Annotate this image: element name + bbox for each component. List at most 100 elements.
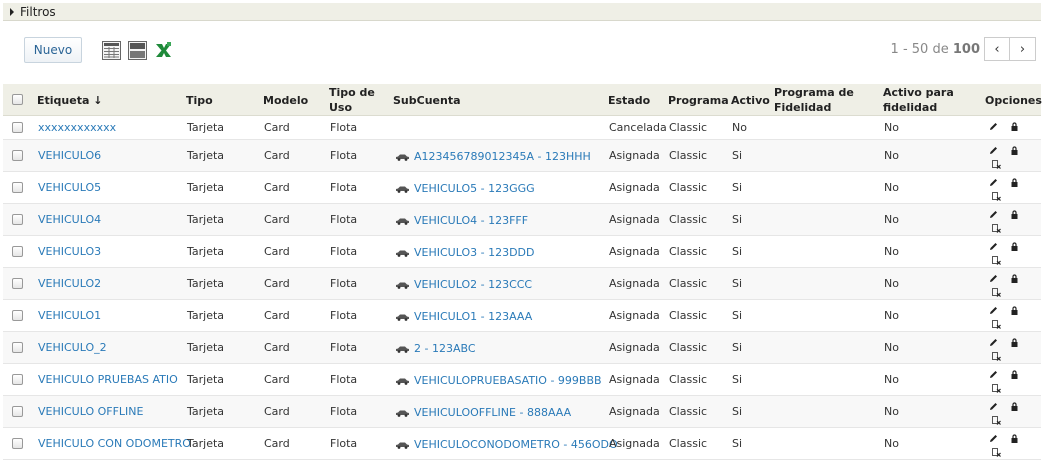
edit-icon[interactable] — [989, 274, 998, 283]
lock-icon[interactable] — [1010, 370, 1019, 379]
unassign-card-icon[interactable] — [992, 320, 1001, 329]
row-tipo-uso: Flota — [330, 341, 358, 354]
col-header-estado[interactable]: Estado — [608, 93, 650, 108]
row-etiqueta-link[interactable]: VEHICULO CON ODOMETRO — [38, 437, 191, 450]
col-header-programa[interactable]: Programa — [668, 93, 729, 108]
table-row: VEHICULO PRUEBAS ATIO Tarjeta Card Flota VEH… — [3, 364, 1041, 396]
row-etiqueta-link[interactable]: VEHICULO3 — [38, 245, 101, 258]
next-page-button[interactable]: › — [1010, 37, 1036, 61]
prev-page-button[interactable]: ‹ — [984, 37, 1010, 61]
pagination-range: 1 - 50 de 100 — [890, 41, 980, 57]
row-subcuenta-link[interactable]: A123456789012345A - 123HHH — [414, 150, 591, 163]
row-tipo-uso: Flota — [330, 121, 358, 134]
row-activo-fidelidad: No — [884, 245, 899, 258]
row-checkbox[interactable] — [12, 214, 23, 225]
unassign-card-icon[interactable] — [992, 192, 1001, 201]
edit-icon[interactable] — [989, 402, 998, 411]
grid-view-icon[interactable] — [102, 41, 121, 60]
row-subcuenta-link[interactable]: VEHICULOPRUEBASATIO - 999BBB — [414, 374, 602, 387]
list-view-icon[interactable] — [128, 41, 147, 60]
edit-icon[interactable] — [989, 146, 998, 155]
row-checkbox[interactable] — [12, 406, 23, 417]
table-row: VEHICULO OFFLINE Tarjeta Card Flota VEHICULO… — [3, 396, 1041, 428]
row-estado: Asignada — [609, 405, 660, 418]
row-checkbox[interactable] — [12, 122, 23, 133]
row-subcuenta-link[interactable]: VEHICULO5 - 123GGG — [414, 182, 535, 195]
unassign-card-icon[interactable] — [992, 256, 1001, 265]
lock-icon[interactable] — [1010, 306, 1019, 315]
row-etiqueta-link[interactable]: VEHICULO PRUEBAS ATIO — [38, 373, 178, 386]
row-etiqueta-link[interactable]: VEHICULO1 — [38, 309, 101, 322]
row-checkbox[interactable] — [12, 278, 23, 289]
unassign-card-icon[interactable] — [992, 160, 1001, 169]
row-checkbox[interactable] — [12, 246, 23, 257]
row-etiqueta-link[interactable]: VEHICULO5 — [38, 181, 101, 194]
row-subcuenta-link[interactable]: VEHICULO1 - 123AAA — [414, 310, 532, 323]
lock-icon[interactable] — [1010, 338, 1019, 347]
row-etiqueta-link[interactable]: VEHICULO OFFLINE — [38, 405, 143, 418]
car-icon — [396, 250, 409, 257]
row-subcuenta-link[interactable]: 2 - 123ABC — [414, 342, 476, 355]
unassign-card-icon[interactable] — [992, 416, 1001, 425]
col-header-etiqueta[interactable]: Etiqueta ↓ — [37, 93, 102, 108]
unassign-card-icon[interactable] — [992, 288, 1001, 297]
col-header-tipo-uso[interactable]: Tipo de Uso — [329, 85, 379, 115]
unassign-card-icon[interactable] — [992, 224, 1001, 233]
edit-icon[interactable] — [989, 338, 998, 347]
lock-icon[interactable] — [1010, 434, 1019, 443]
lock-icon[interactable] — [1010, 274, 1019, 283]
row-etiqueta-link[interactable]: VEHICULO2 — [38, 277, 101, 290]
edit-icon[interactable] — [989, 210, 998, 219]
row-subcuenta-link[interactable]: VEHICULOCONODOMETRO - 456ODO — [414, 438, 618, 451]
row-subcuenta-link[interactable]: VEHICULO2 - 123CCC — [414, 278, 532, 291]
table-row: VEHICULO6 Tarjeta Card Flota A12345678901234… — [3, 140, 1041, 172]
row-checkbox[interactable] — [12, 342, 23, 353]
row-checkbox[interactable] — [12, 310, 23, 321]
edit-icon[interactable] — [989, 122, 998, 131]
lock-icon[interactable] — [1010, 122, 1019, 131]
row-tipo: Tarjeta — [187, 277, 225, 290]
col-header-tipo[interactable]: Tipo — [186, 93, 213, 108]
col-header-programa-fidelidad[interactable]: Programa de Fidelidad — [774, 85, 874, 115]
row-etiqueta-link[interactable]: VEHICULO_2 — [38, 341, 107, 354]
lock-icon[interactable] — [1010, 402, 1019, 411]
unassign-card-icon[interactable] — [992, 448, 1001, 457]
row-subcuenta-link[interactable]: VEHICULO4 - 123FFF — [414, 214, 528, 227]
row-etiqueta-link[interactable]: VEHICULO4 — [38, 213, 101, 226]
col-header-activo-fidelidad[interactable]: Activo para fidelidad — [883, 85, 973, 115]
unassign-card-icon[interactable] — [992, 352, 1001, 361]
col-header-opciones: Opciones — [985, 94, 1042, 107]
table-header: Etiqueta ↓ Tipo Modelo Tipo de Uso SubCu… — [3, 84, 1042, 116]
new-button[interactable]: Nuevo — [24, 37, 82, 63]
col-header-modelo[interactable]: Modelo — [263, 93, 308, 108]
edit-icon[interactable] — [989, 178, 998, 187]
row-activo: Si — [732, 245, 743, 258]
col-header-subcuenta[interactable]: SubCuenta — [393, 93, 461, 108]
row-modelo: Card — [264, 309, 290, 322]
edit-icon[interactable] — [989, 306, 998, 315]
row-activo: Si — [732, 405, 743, 418]
row-checkbox[interactable] — [12, 182, 23, 193]
unassign-card-icon[interactable] — [992, 384, 1001, 393]
filters-toggle[interactable]: Filtros — [3, 3, 1041, 21]
row-subcuenta-link[interactable]: VEHICULO3 - 123DDD — [414, 246, 534, 259]
car-icon — [396, 282, 409, 289]
lock-icon[interactable] — [1010, 210, 1019, 219]
row-etiqueta-link[interactable]: xxxxxxxxxxxx — [38, 121, 116, 134]
row-etiqueta-link[interactable]: VEHICULO6 — [38, 149, 101, 162]
edit-icon[interactable] — [989, 370, 998, 379]
select-all-checkbox[interactable] — [12, 94, 23, 105]
row-activo: Si — [732, 341, 743, 354]
lock-icon[interactable] — [1010, 242, 1019, 251]
excel-export-icon[interactable] — [154, 41, 173, 60]
row-checkbox[interactable] — [12, 438, 23, 449]
row-checkbox[interactable] — [12, 150, 23, 161]
col-header-activo[interactable]: Activo — [731, 93, 770, 108]
lock-icon[interactable] — [1010, 146, 1019, 155]
lock-icon[interactable] — [1010, 178, 1019, 187]
edit-icon[interactable] — [989, 434, 998, 443]
row-estado: Asignada — [609, 213, 660, 226]
row-subcuenta-link[interactable]: VEHICULOOFFLINE - 888AAA — [414, 406, 571, 419]
edit-icon[interactable] — [989, 242, 998, 251]
row-checkbox[interactable] — [12, 374, 23, 385]
